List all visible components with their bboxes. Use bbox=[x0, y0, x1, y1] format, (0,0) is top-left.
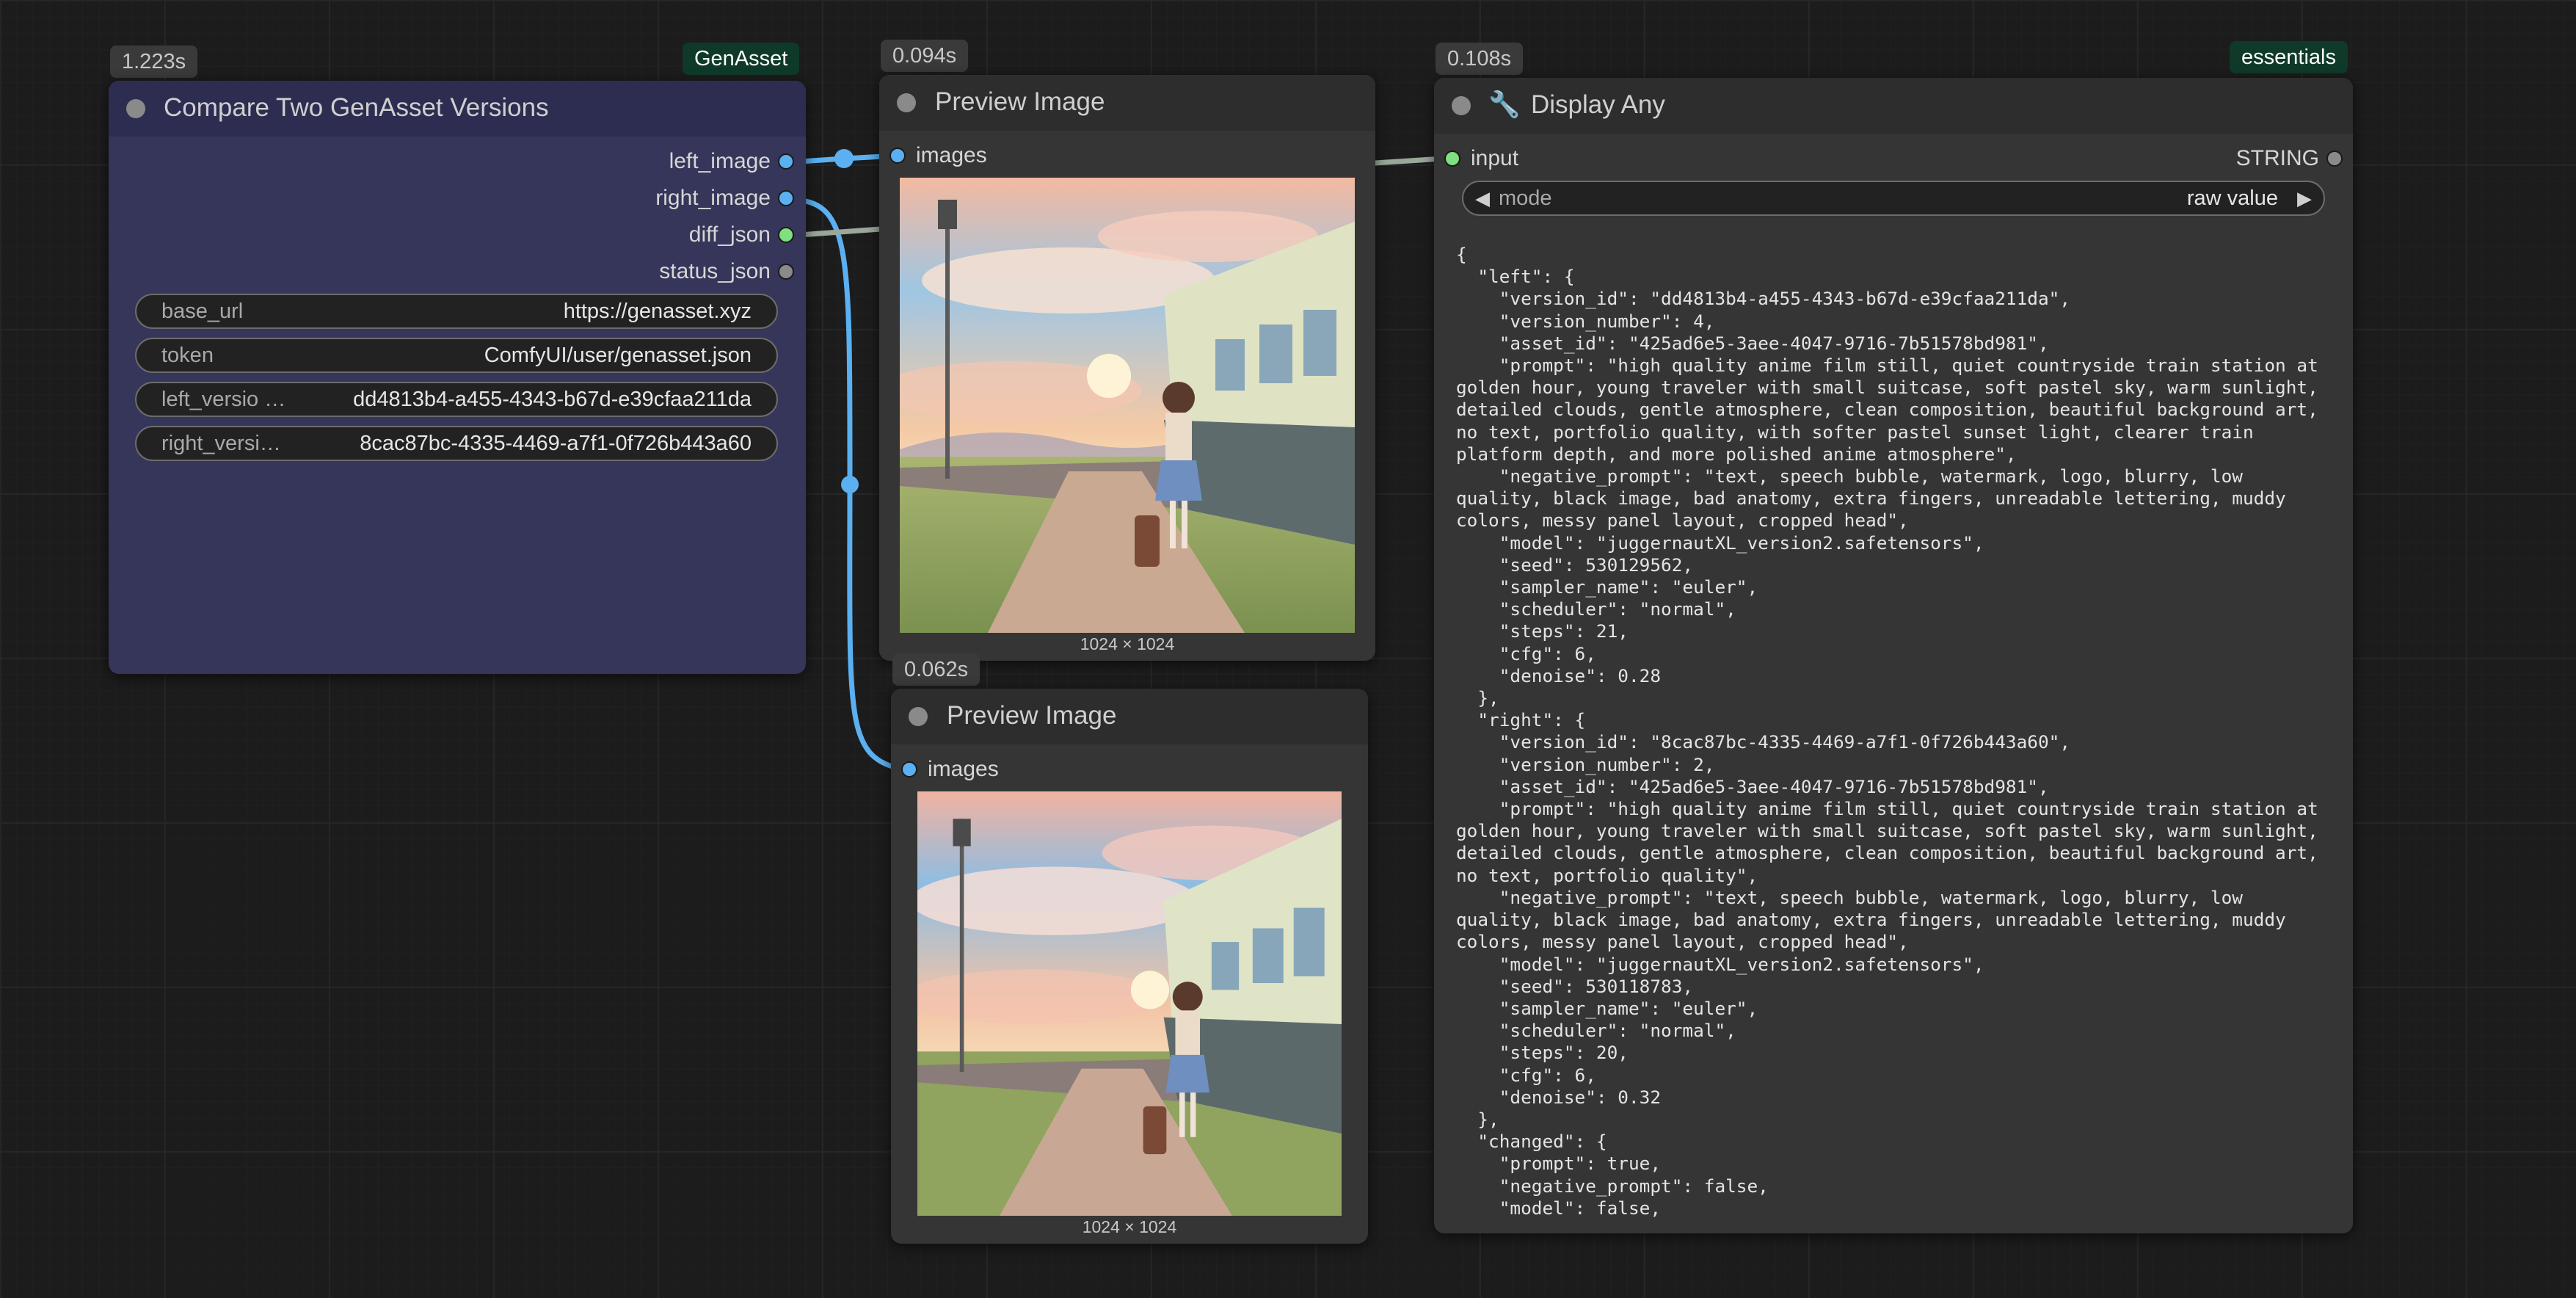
widget-value: 8cac87bc-4335-4469-a7f1-0f726b443a60 bbox=[360, 432, 752, 455]
execution-time-badge: 0.108s bbox=[1436, 43, 1524, 75]
output-slot-diff-json[interactable] bbox=[778, 227, 794, 243]
output-slot-right-image[interactable] bbox=[778, 190, 794, 206]
output-label-status-json: status_json bbox=[659, 259, 771, 283]
node-title: Preview Image bbox=[947, 701, 1117, 730]
node-source-tag: GenAsset bbox=[683, 43, 800, 75]
wire-reroute-dot[interactable] bbox=[834, 149, 854, 168]
widget-label: base_url bbox=[161, 300, 244, 323]
node-source-tag: essentials bbox=[2230, 41, 2348, 73]
input-slot-input[interactable] bbox=[1444, 151, 1460, 167]
wrench-icon: 🔧 bbox=[1488, 90, 1521, 119]
output-slot-string[interactable] bbox=[2326, 151, 2343, 167]
left-version-id-field[interactable]: left_versio … dd4813b4-a455-4343-b67d-e3… bbox=[135, 382, 778, 417]
display-text-output[interactable]: { "left": { "version_id": "dd4813b4-a455… bbox=[1456, 244, 2332, 1219]
anime-train-station-image bbox=[900, 178, 1355, 633]
widget-label: left_versio … bbox=[161, 388, 286, 411]
right-version-id-field[interactable]: right_versi… 8cac87bc-4335-4469-a7f1-0f7… bbox=[135, 426, 778, 461]
wire-display-input[interactable] bbox=[1372, 156, 1446, 166]
widget-value: ComfyUI/user/genasset.json bbox=[484, 344, 752, 367]
arrow-left-icon[interactable]: ◀ bbox=[1475, 182, 1490, 214]
collapse-dot[interactable] bbox=[897, 93, 916, 112]
preview-image[interactable] bbox=[917, 791, 1342, 1216]
base-url-field[interactable]: base_url https://genasset.xyz bbox=[135, 294, 778, 329]
execution-time-badge: 1.223s bbox=[110, 46, 198, 78]
token-field[interactable]: token ComfyUI/user/genasset.json bbox=[135, 338, 778, 373]
node-title: Display Any bbox=[1531, 90, 1665, 119]
output-label-right-image: right_image bbox=[655, 186, 771, 210]
input-slot-images[interactable] bbox=[889, 148, 906, 164]
preview-image[interactable] bbox=[900, 178, 1355, 633]
widget-value: raw value bbox=[2186, 186, 2278, 210]
execution-time-badge: 0.062s bbox=[892, 653, 980, 686]
preview-image-node-top[interactable]: Preview Image images 1024 × 1024 bbox=[879, 75, 1375, 661]
widget-value: dd4813b4-a455-4343-b67d-e39cfaa211da bbox=[353, 388, 752, 411]
output-label-string: STRING bbox=[2235, 146, 2319, 170]
input-label-images: images bbox=[928, 757, 999, 781]
node-title: Compare Two GenAsset Versions bbox=[164, 93, 549, 122]
collapse-dot[interactable] bbox=[1452, 96, 1471, 115]
mode-selector[interactable]: ◀ mode raw value ▶ bbox=[1462, 181, 2325, 216]
arrow-right-icon[interactable]: ▶ bbox=[2297, 182, 2312, 214]
output-slot-left-image[interactable] bbox=[778, 153, 794, 170]
image-dimensions: 1024 × 1024 bbox=[1080, 634, 1175, 653]
input-slot-images[interactable] bbox=[901, 761, 917, 777]
widget-value: https://genasset.xyz bbox=[563, 300, 752, 323]
collapse-dot[interactable] bbox=[909, 707, 928, 726]
image-dimensions: 1024 × 1024 bbox=[1082, 1217, 1177, 1236]
widget-label: right_versi… bbox=[161, 432, 281, 455]
widget-label: token bbox=[161, 344, 214, 367]
execution-time-badge: 0.094s bbox=[881, 40, 969, 72]
widget-label: mode bbox=[1499, 186, 1552, 210]
output-label-left-image: left_image bbox=[669, 149, 771, 173]
wire-reroute-dot[interactable] bbox=[841, 476, 859, 493]
display-any-node[interactable]: 🔧 Display Any input STRING ◀ mode raw va… bbox=[1434, 78, 2353, 1233]
collapse-dot[interactable] bbox=[126, 99, 145, 118]
compare-versions-node[interactable]: Compare Two GenAsset Versions left_image… bbox=[109, 81, 806, 674]
output-label-diff-json: diff_json bbox=[688, 222, 771, 247]
preview-image-node-bottom[interactable]: Preview Image images 1024 × 1024 bbox=[891, 689, 1368, 1244]
anime-train-station-image bbox=[917, 791, 1342, 1216]
input-label: input bbox=[1471, 146, 1519, 170]
output-slot-status-json[interactable] bbox=[778, 264, 794, 280]
input-label-images: images bbox=[916, 143, 987, 167]
node-title: Preview Image bbox=[935, 87, 1105, 116]
